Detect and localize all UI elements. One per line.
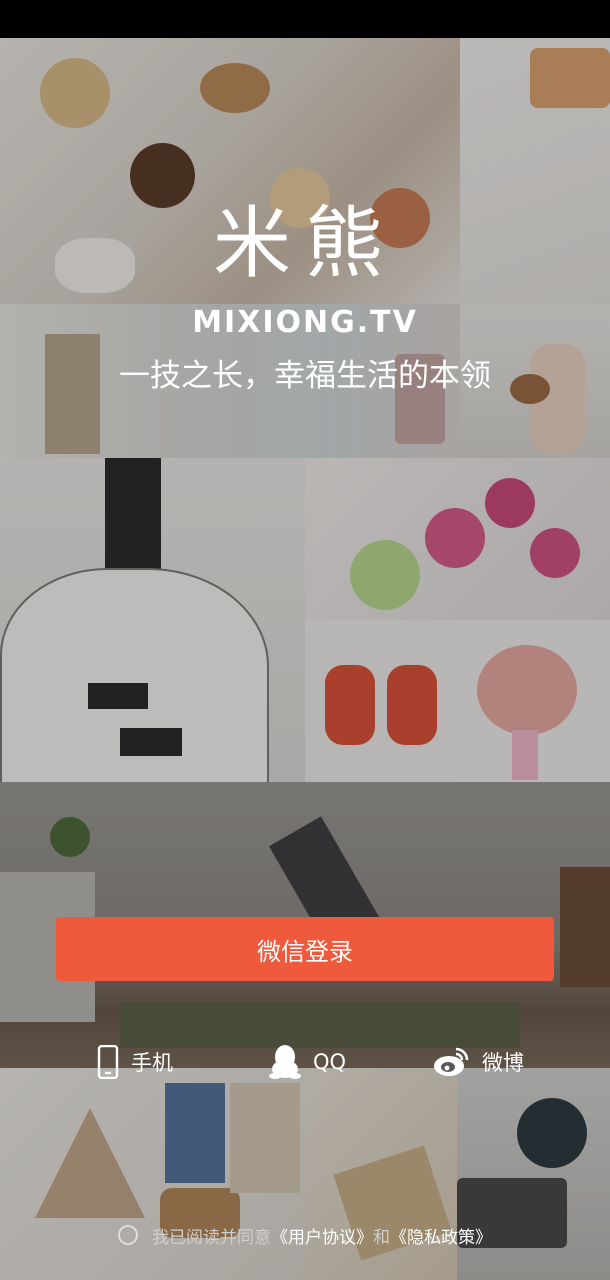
agreement-prefix: 我已阅读并同意 (152, 1227, 271, 1248)
weibo-login-label: 微博 (482, 1051, 524, 1075)
login-screen: 米熊 MIXIONG.TV 一技之长，幸福生活的本领 微信登录 手机 QQ 微博… (0, 0, 610, 1280)
agreement-row: 我已阅读并同意 《用户协议》 和 《隐私政策》 (0, 1218, 610, 1252)
app-domain: MIXIONG.TV (192, 305, 418, 340)
privacy-policy-link[interactable]: 《隐私政策》 (390, 1223, 492, 1248)
agree-radio[interactable] (118, 1225, 138, 1245)
app-logo: 米熊 (212, 199, 397, 289)
phone-icon (97, 1045, 119, 1079)
weibo-icon (434, 1047, 469, 1076)
status-bar (0, 0, 610, 38)
weibo-login-option[interactable]: 微博 (432, 1040, 524, 1084)
user-agreement-link[interactable]: 《用户协议》 (271, 1223, 373, 1248)
qq-penguin-icon (269, 1045, 301, 1079)
phone-login-label: 手机 (131, 1051, 173, 1075)
qq-login-label: QQ (313, 1050, 347, 1074)
phone-login-option[interactable]: 手机 (97, 1040, 173, 1084)
brand-block: 米熊 MIXIONG.TV 一技之长，幸福生活的本领 (0, 205, 610, 395)
alternate-login-options: 手机 QQ 微博 (0, 1040, 610, 1084)
qq-login-option[interactable]: QQ (269, 1040, 346, 1084)
agreement-conjunction: 和 (373, 1227, 390, 1248)
wechat-login-button[interactable]: 微信登录 (56, 917, 554, 981)
app-slogan: 一技之长，幸福生活的本领 (119, 358, 491, 394)
